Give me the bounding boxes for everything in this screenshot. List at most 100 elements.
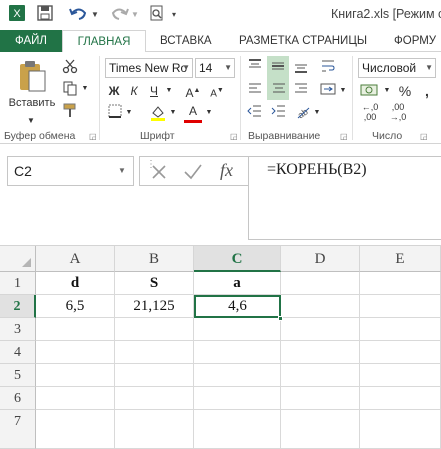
check-icon[interactable] [182, 162, 204, 187]
chevron-down-icon[interactable]: ▾ [172, 4, 176, 26]
active-cell-c2[interactable]: 4,6 [194, 295, 281, 318]
grid-cell[interactable] [360, 295, 441, 318]
tab-insert[interactable]: ВСТАВКА [160, 30, 212, 52]
grid-cell[interactable] [360, 410, 441, 449]
copy-icon[interactable] [60, 80, 80, 101]
font-name-combo[interactable]: Times New Ro ▼ [105, 58, 193, 78]
cell-b1[interactable]: S [115, 272, 194, 295]
grid-cell[interactable] [115, 318, 194, 341]
grid-cell[interactable] [281, 295, 360, 318]
copy-dropdown-icon[interactable]: ▼ [80, 80, 90, 98]
save-icon[interactable] [36, 4, 54, 26]
grid-cell[interactable] [115, 410, 194, 449]
cancel-icon[interactable] [149, 162, 169, 187]
decrease-font-icon[interactable]: A▼ [208, 82, 226, 103]
tab-file[interactable]: ФАЙЛ [0, 30, 62, 52]
grid-cell[interactable] [115, 341, 194, 364]
grid-cell[interactable] [360, 364, 441, 387]
grid-cell[interactable] [194, 318, 281, 341]
select-all-corner[interactable] [0, 246, 36, 272]
format-painter-icon[interactable] [60, 102, 80, 123]
thousands-separator-icon[interactable]: , [418, 82, 436, 100]
grid-cell[interactable] [360, 387, 441, 410]
currency-dropdown-icon[interactable]: ▼ [382, 82, 392, 100]
grid-cell[interactable] [360, 341, 441, 364]
font-size-combo[interactable]: 14 ▼ [195, 58, 235, 78]
dialog-launcher-icon[interactable]: ◲ [89, 132, 97, 141]
chevron-down-icon[interactable]: ▼ [224, 59, 232, 77]
grid-cell[interactable] [194, 387, 281, 410]
grid-cell[interactable] [36, 341, 115, 364]
align-center-icon[interactable] [270, 82, 288, 101]
grid-cell[interactable] [115, 364, 194, 387]
column-header-b[interactable]: B [115, 246, 194, 272]
decrease-decimal-icon[interactable]: ,00 →,0 [386, 102, 410, 122]
align-left-icon[interactable] [246, 82, 264, 101]
redo-dropdown-icon[interactable]: ▼ [131, 4, 139, 26]
align-right-icon[interactable] [292, 82, 310, 101]
tab-formulas[interactable]: ФОРМУ [394, 30, 436, 52]
grid-cell[interactable] [194, 410, 281, 449]
row-header-6[interactable]: 6 [0, 387, 36, 410]
cut-icon[interactable] [60, 58, 80, 79]
borders-icon[interactable] [106, 104, 124, 123]
borders-dropdown-icon[interactable]: ▼ [124, 104, 134, 122]
underline-dropdown-icon[interactable]: ▼ [164, 82, 174, 100]
row-header-1[interactable]: 1 [0, 272, 36, 295]
grid-cell[interactable] [36, 387, 115, 410]
increase-decimal-icon[interactable]: ←,0,00 [358, 102, 382, 122]
name-box[interactable]: C2 [7, 156, 134, 186]
row-header-5[interactable]: 5 [0, 364, 36, 387]
fill-color-dropdown-icon[interactable]: ▼ [168, 104, 178, 122]
cell-a2[interactable]: 6,5 [36, 295, 115, 318]
decrease-indent-icon[interactable] [246, 104, 264, 123]
orientation-dropdown-icon[interactable]: ▼ [312, 104, 322, 122]
increase-font-icon[interactable]: A▲ [184, 82, 202, 102]
column-header-e[interactable]: E [360, 246, 441, 272]
paste-icon[interactable] [14, 58, 50, 94]
grid-cell[interactable] [115, 387, 194, 410]
dialog-launcher-icon[interactable]: ◲ [230, 132, 238, 141]
font-color-dropdown-icon[interactable]: ▼ [204, 104, 214, 122]
chevron-down-icon[interactable]: ▼ [118, 166, 126, 175]
insert-function-button[interactable]: fx [220, 160, 233, 181]
grid-cell[interactable] [36, 410, 115, 449]
tab-home[interactable]: ГЛАВНАЯ [62, 30, 146, 53]
undo-icon[interactable] [68, 4, 90, 26]
bold-button[interactable]: Ж [106, 82, 122, 100]
grid-cell[interactable] [194, 341, 281, 364]
chevron-down-icon[interactable]: ▼ [425, 59, 433, 77]
redo-icon[interactable] [108, 4, 130, 26]
formula-input[interactable]: =КОРЕНЬ(B2) [248, 156, 441, 240]
undo-dropdown-icon[interactable]: ▼ [91, 4, 99, 26]
paste-button-label[interactable]: Вставить [4, 94, 60, 112]
row-header-3[interactable]: 3 [0, 318, 36, 341]
paste-dropdown-icon[interactable]: ▼ [22, 112, 40, 130]
cell-c1[interactable]: a [194, 272, 281, 295]
row-header-7[interactable]: 7 [0, 410, 36, 449]
print-preview-icon[interactable] [148, 4, 166, 26]
grid-cell[interactable] [281, 272, 360, 295]
dialog-launcher-icon[interactable]: ◲ [340, 132, 348, 141]
column-header-c[interactable]: C [194, 246, 281, 272]
grid-cell[interactable] [281, 318, 360, 341]
merge-center-icon[interactable] [318, 82, 338, 101]
fill-color-icon[interactable] [148, 104, 168, 127]
column-header-d[interactable]: D [281, 246, 360, 272]
number-format-combo[interactable]: Числовой ▼ [358, 58, 436, 78]
align-top-icon[interactable] [246, 58, 264, 78]
grid-cell[interactable] [360, 272, 441, 295]
fill-handle[interactable] [278, 316, 283, 321]
grid-cell[interactable] [360, 318, 441, 341]
grid-cell[interactable] [281, 387, 360, 410]
grid-cell[interactable] [281, 341, 360, 364]
row-header-4[interactable]: 4 [0, 341, 36, 364]
grid-cell[interactable] [36, 364, 115, 387]
orientation-icon[interactable]: ab [294, 104, 312, 125]
merge-dropdown-icon[interactable]: ▼ [338, 82, 348, 100]
chevron-down-icon[interactable]: ▼ [182, 59, 190, 77]
tab-page-layout[interactable]: РАЗМЕТКА СТРАНИЦЫ [239, 30, 367, 52]
column-header-a[interactable]: A [36, 246, 115, 272]
align-bottom-icon[interactable] [292, 58, 310, 79]
underline-button[interactable]: Ч [146, 82, 162, 100]
